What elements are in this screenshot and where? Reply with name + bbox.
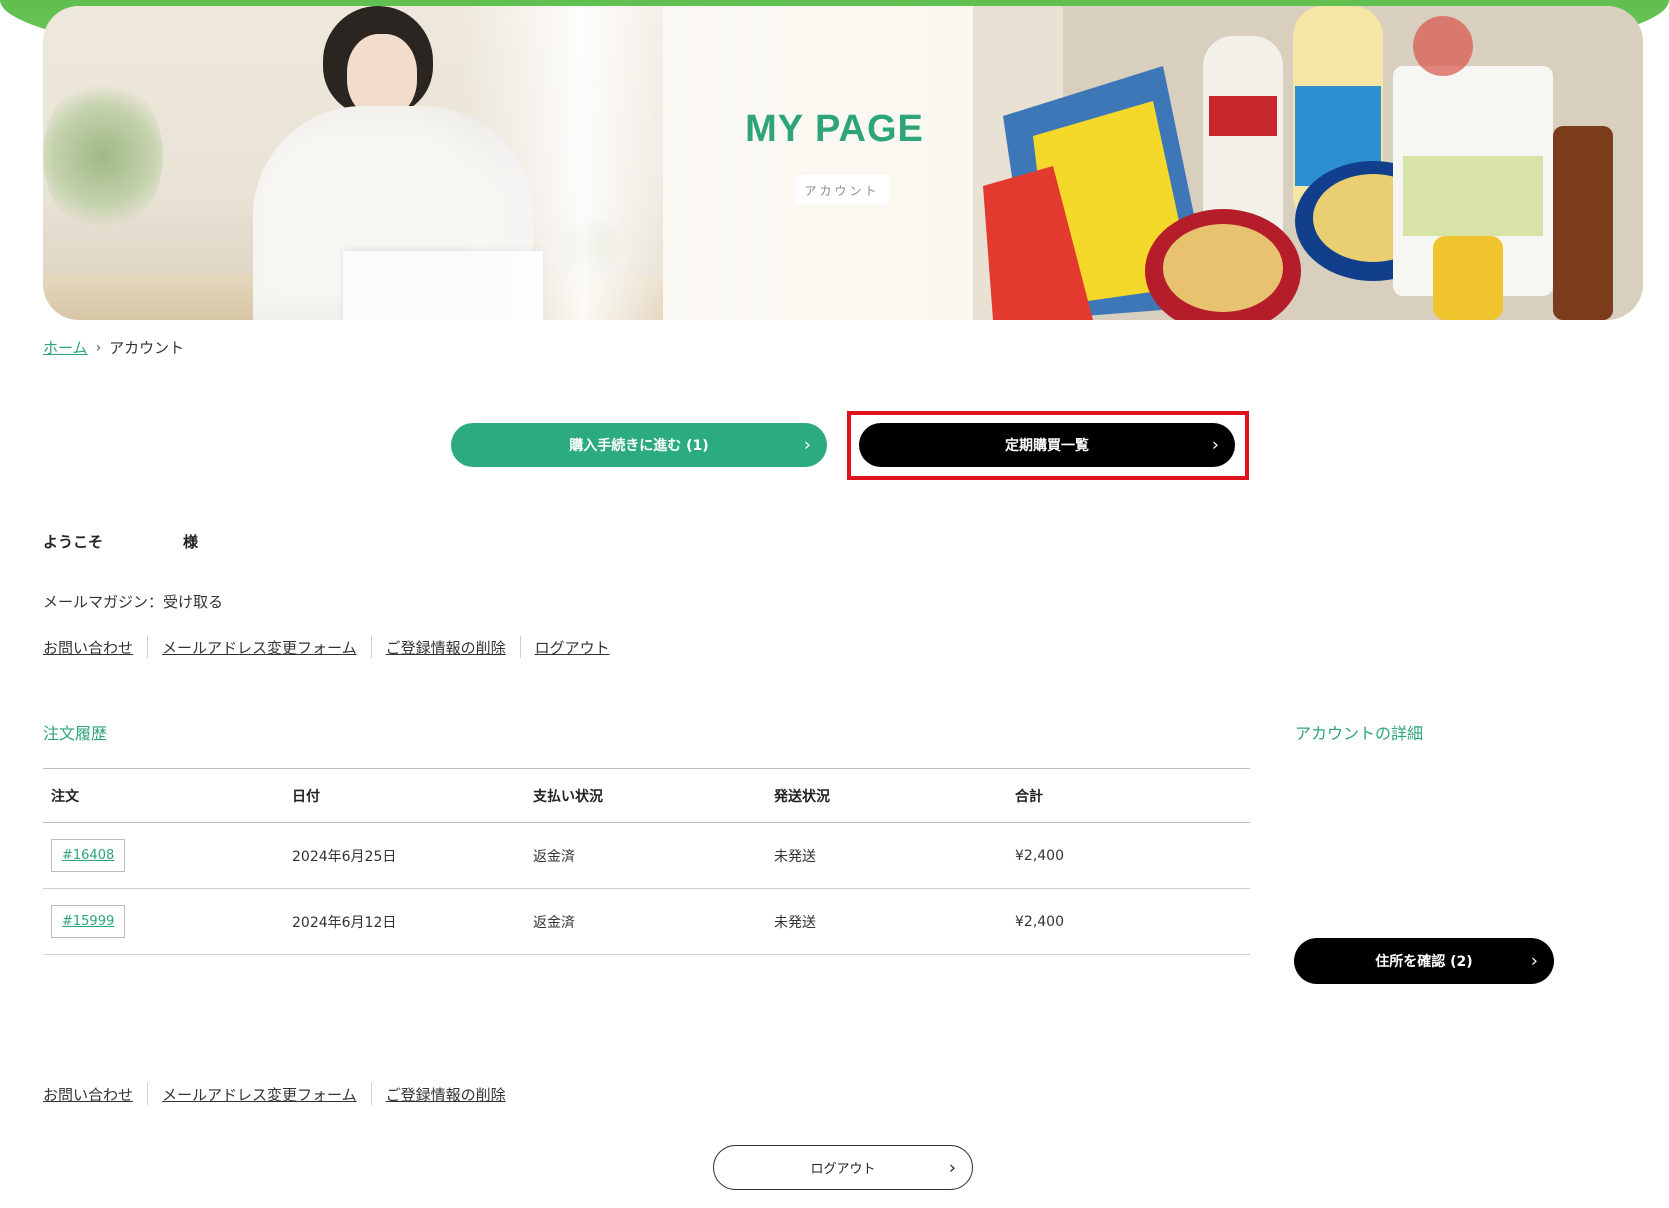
logout-button[interactable]: ログアウト › — [713, 1145, 973, 1190]
shipping-status: 未発送 — [774, 848, 816, 865]
table-header-row: 注文 日付 支払い状況 発送状況 合計 — [43, 769, 1250, 823]
view-addresses-button-label: 住所を確認 (2) — [1375, 954, 1473, 970]
column-header-total: 合計 — [1015, 788, 1043, 805]
column-header-order: 注文 — [51, 788, 79, 805]
newsletter-status: メールマガジン：受け取る — [43, 593, 224, 611]
contact-link[interactable]: お問い合わせ — [43, 637, 147, 658]
email-change-link[interactable]: メールアドレス変更フォーム — [148, 637, 371, 658]
page: MY PAGE アカウント ホーム › アカウント 購入手続きに進む (1) ›… — [0, 0, 1669, 1208]
order-total: ¥2,400 — [1015, 913, 1064, 930]
order-cell: #15999 — [43, 905, 284, 938]
chevron-right-icon: › — [1530, 950, 1538, 972]
checkout-button[interactable]: 購入手続きに進む (1) › — [451, 423, 827, 467]
payment-status: 返金済 — [533, 848, 575, 865]
column-header-date: 日付 — [292, 788, 320, 805]
breadcrumb-home-link[interactable]: ホーム — [43, 337, 88, 358]
order-date: 2024年6月12日 — [292, 914, 397, 931]
order-cell: #16408 — [43, 839, 284, 872]
order-date: 2024年6月25日 — [292, 848, 397, 865]
delete-account-link[interactable]: ご登録情報の削除 — [372, 637, 520, 658]
order-history-table: 注文 日付 支払い状況 発送状況 合計 #16408 2024年6月25日 返金… — [43, 768, 1250, 955]
hero-products-image — [973, 6, 1643, 320]
hero-light-overlay — [463, 6, 703, 320]
chevron-right-icon: › — [95, 339, 102, 356]
highlight-box — [847, 411, 1249, 480]
account-links: お問い合わせ メールアドレス変更フォーム ご登録情報の削除 ログアウト — [43, 636, 624, 658]
account-details-title: アカウントの詳細 — [1295, 724, 1424, 743]
welcome-prefix: ようこそ — [43, 533, 104, 551]
column-header-shipping-status: 発送状況 — [774, 788, 830, 805]
shipping-status: 未発送 — [774, 914, 816, 931]
hero-banner — [43, 6, 1643, 320]
delete-account-link[interactable]: ご登録情報の削除 — [372, 1084, 520, 1105]
order-history-title: 注文履歴 — [43, 724, 108, 743]
column-header-payment-status: 支払い状況 — [533, 788, 603, 805]
chevron-right-icon: › — [948, 1157, 956, 1178]
logout-button-label: ログアウト — [810, 1162, 876, 1177]
table-row: #16408 2024年6月25日 返金済 未発送 ¥2,400 — [43, 823, 1250, 889]
page-title: MY PAGE — [745, 108, 924, 150]
chevron-right-icon: › — [803, 434, 811, 456]
page-subtitle: アカウント — [795, 175, 889, 205]
email-change-link[interactable]: メールアドレス変更フォーム — [148, 1084, 371, 1105]
order-number-link[interactable]: #15999 — [51, 905, 126, 938]
welcome-suffix: 様 — [183, 533, 199, 551]
view-addresses-button[interactable]: 住所を確認 (2) › — [1294, 938, 1554, 984]
hero-plant-image — [43, 76, 163, 236]
logout-link[interactable]: ログアウト — [521, 637, 624, 658]
checkout-button-label: 購入手続きに進む (1) — [569, 438, 709, 454]
order-number-link[interactable]: #16408 — [51, 839, 126, 872]
contact-link[interactable]: お問い合わせ — [43, 1084, 147, 1105]
payment-status: 返金済 — [533, 914, 575, 931]
breadcrumb-current: アカウント — [109, 339, 185, 357]
order-total: ¥2,400 — [1015, 847, 1064, 864]
breadcrumb: ホーム › アカウント — [43, 337, 184, 358]
footer-account-links: お問い合わせ メールアドレス変更フォーム ご登録情報の削除 — [43, 1083, 520, 1105]
table-row: #15999 2024年6月12日 返金済 未発送 ¥2,400 — [43, 889, 1250, 955]
welcome-message: ようこそ 様 — [43, 531, 198, 552]
